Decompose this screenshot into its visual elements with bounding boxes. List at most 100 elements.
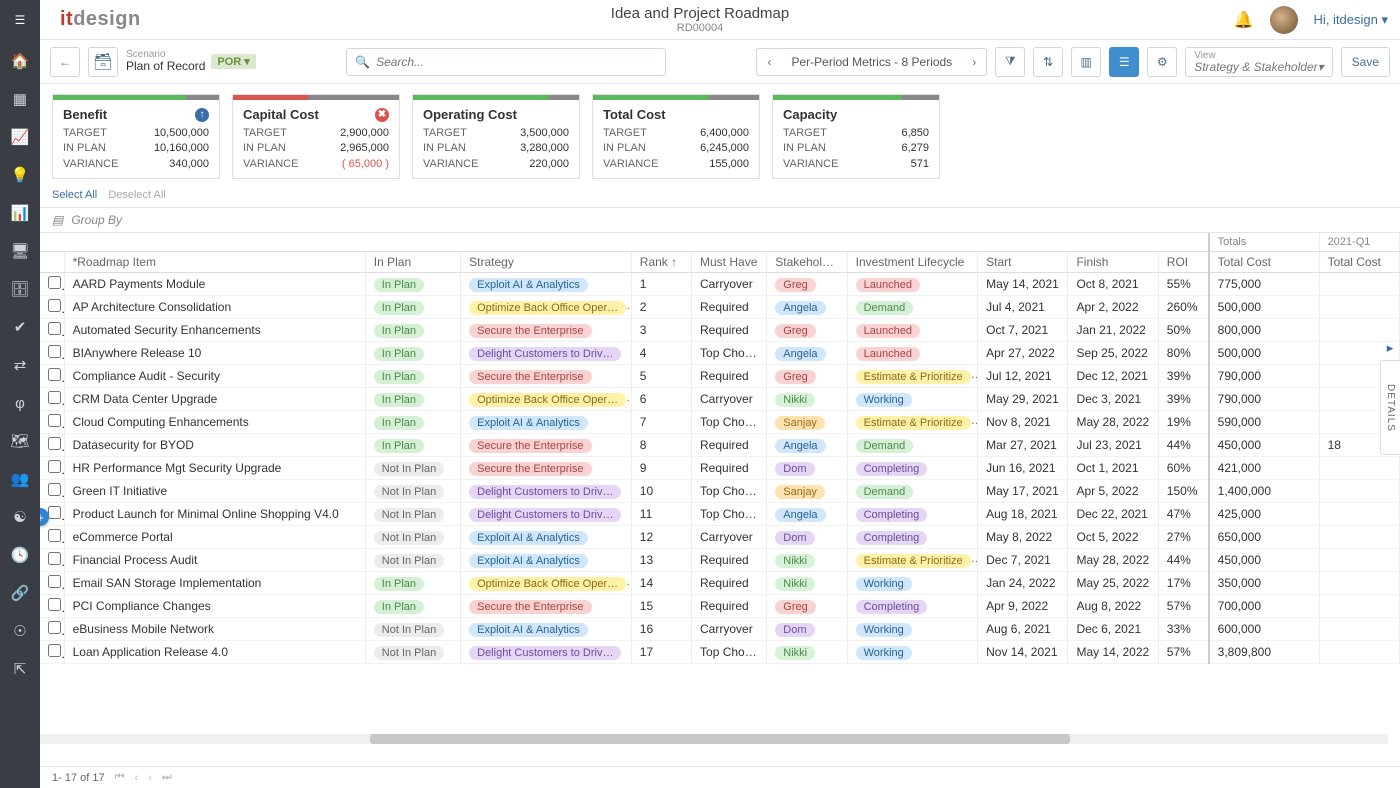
- table-row[interactable]: Product Launch for Minimal Online Shoppi…: [40, 503, 1400, 526]
- col-totalcost[interactable]: Total Cost: [1209, 252, 1319, 273]
- filter-icon[interactable]: ⧩: [995, 47, 1025, 77]
- nav-link-icon[interactable]: 🔗: [7, 580, 33, 606]
- table-row[interactable]: Email SAN Storage ImplementationIn PlanO…: [40, 572, 1400, 595]
- row-checkbox[interactable]: [48, 644, 61, 657]
- nav-refresh-icon[interactable]: ☯: [7, 504, 33, 530]
- nav-monitor-icon[interactable]: 🖥: [7, 238, 33, 264]
- scenario-icon[interactable]: 🗃: [88, 47, 118, 77]
- col-roadmap[interactable]: *Roadmap Item: [64, 252, 365, 273]
- list-view-icon[interactable]: ☰: [1109, 47, 1139, 77]
- col-roi[interactable]: ROI: [1158, 252, 1208, 273]
- nav-flow-icon[interactable]: ⇄: [7, 352, 33, 378]
- save-button[interactable]: Save: [1341, 47, 1390, 77]
- nav-time-icon[interactable]: 🕓: [7, 542, 33, 568]
- col-strategy[interactable]: Strategy: [461, 252, 632, 273]
- col-inplan[interactable]: In Plan: [365, 252, 460, 273]
- page-last-icon[interactable]: ⏭: [162, 771, 172, 784]
- row-checkbox[interactable]: [48, 483, 61, 496]
- col-start[interactable]: Start: [978, 252, 1068, 273]
- metric-next-icon[interactable]: ›: [962, 55, 986, 69]
- hamburger-menu-icon[interactable]: ☰: [0, 0, 40, 40]
- details-tab[interactable]: DETAILS: [1380, 360, 1400, 455]
- col-totalcost-q1[interactable]: Total Cost: [1319, 252, 1399, 273]
- row-checkbox[interactable]: [48, 529, 61, 542]
- row-checkbox[interactable]: [48, 345, 61, 358]
- col-stakeholder[interactable]: Stakeholder: [767, 252, 847, 273]
- table-row[interactable]: PCI Compliance ChangesIn PlanSecure the …: [40, 595, 1400, 618]
- row-checkbox[interactable]: [48, 621, 61, 634]
- col-lifecycle[interactable]: Investment Lifecycle: [847, 252, 978, 273]
- table-row[interactable]: Cloud Computing EnhancementsIn PlanExplo…: [40, 411, 1400, 434]
- user-greeting[interactable]: Hi, itdesign ▾: [1314, 12, 1388, 28]
- table-row[interactable]: BIAnywhere Release 10In PlanDelight Cust…: [40, 342, 1400, 365]
- row-checkbox[interactable]: [48, 299, 61, 312]
- nav-map-icon[interactable]: 🗺: [7, 428, 33, 454]
- kpi-card[interactable]: CapacityTARGET6,850IN PLAN6,279VARIANCE5…: [772, 94, 940, 179]
- row-checkbox[interactable]: [48, 598, 61, 611]
- nav-goal-icon[interactable]: ☉: [7, 618, 33, 644]
- details-collapse-icon[interactable]: ▸: [1382, 340, 1398, 356]
- cell-lifecycle: Launched: [856, 347, 920, 361]
- row-checkbox[interactable]: [48, 575, 61, 588]
- cell-lifecycle: Completing: [856, 462, 928, 476]
- deselect-all-link[interactable]: Deselect All: [108, 189, 165, 201]
- table-row[interactable]: HR Performance Mgt Security UpgradeNot I…: [40, 457, 1400, 480]
- group-by-input[interactable]: ▤ Group By: [40, 207, 1400, 233]
- table-row[interactable]: eBusiness Mobile NetworkNot In PlanExplo…: [40, 618, 1400, 641]
- por-pill[interactable]: POR ▾: [211, 54, 255, 69]
- horizontal-scrollbar[interactable]: [40, 734, 1388, 744]
- back-button[interactable]: ←: [50, 47, 80, 77]
- row-checkbox[interactable]: [48, 437, 61, 450]
- col-rank[interactable]: Rank ↑: [631, 252, 691, 273]
- nav-dashboard-icon[interactable]: ▦: [7, 86, 33, 112]
- col-musthave[interactable]: Must Have: [692, 252, 767, 273]
- notifications-icon[interactable]: 🔔: [1234, 10, 1254, 30]
- nav-check-icon[interactable]: ✔: [7, 314, 33, 340]
- row-checkbox[interactable]: [48, 276, 61, 289]
- nav-people-icon[interactable]: 👥: [7, 466, 33, 492]
- search-input[interactable]: 🔍: [346, 48, 666, 76]
- avatar[interactable]: [1270, 6, 1298, 34]
- nav-org-icon[interactable]: φ: [7, 390, 33, 416]
- page-first-icon[interactable]: ⏮: [115, 771, 125, 784]
- nav-home-icon[interactable]: 🏠: [7, 48, 33, 74]
- page-prev-icon[interactable]: ‹: [135, 772, 139, 784]
- row-checkbox[interactable]: [48, 460, 61, 473]
- nav-export-icon[interactable]: ⇱: [7, 656, 33, 682]
- nav-charts-icon[interactable]: 📊: [7, 200, 33, 226]
- nav-database-icon[interactable]: 🗄: [7, 276, 33, 302]
- row-checkbox[interactable]: [48, 322, 61, 335]
- scenario-selector[interactable]: Scenario Plan of Record: [126, 49, 205, 73]
- table-row[interactable]: Financial Process AuditNot In PlanExploi…: [40, 549, 1400, 572]
- table-row[interactable]: AP Architecture ConsolidationIn PlanOpti…: [40, 296, 1400, 319]
- row-checkbox[interactable]: [48, 368, 61, 381]
- table-row[interactable]: Loan Application Release 4.0Not In PlanD…: [40, 641, 1400, 664]
- table-row[interactable]: Datasecurity for BYODIn PlanSecure the E…: [40, 434, 1400, 457]
- view-selector[interactable]: View Strategy & Stakeholder▾: [1185, 47, 1332, 77]
- kpi-card[interactable]: Total CostTARGET6,400,000IN PLAN6,245,00…: [592, 94, 760, 179]
- cell-name: Compliance Audit - Security: [64, 365, 365, 388]
- page-next-icon[interactable]: ›: [148, 772, 152, 784]
- table-row[interactable]: Automated Security EnhancementsIn PlanSe…: [40, 319, 1400, 342]
- table-row[interactable]: eCommerce PortalNot In PlanExploit AI & …: [40, 526, 1400, 549]
- settings-icon[interactable]: ⚙: [1147, 47, 1177, 77]
- sort-icon[interactable]: ⇅: [1033, 47, 1063, 77]
- select-all-link[interactable]: Select All: [52, 189, 97, 201]
- nav-analytics-icon[interactable]: 📈: [7, 124, 33, 150]
- col-finish[interactable]: Finish: [1068, 252, 1158, 273]
- row-checkbox[interactable]: [48, 552, 61, 565]
- table-row[interactable]: CRM Data Center UpgradeIn PlanOptimize B…: [40, 388, 1400, 411]
- row-checkbox[interactable]: [48, 506, 61, 519]
- nav-ideas-icon[interactable]: 💡: [7, 162, 33, 188]
- kpi-card[interactable]: Capital Cost✖TARGET2,900,000IN PLAN2,965…: [232, 94, 400, 179]
- board-view-icon[interactable]: ▥: [1071, 47, 1101, 77]
- table-row[interactable]: Green IT InitiativeNot In PlanDelight Cu…: [40, 480, 1400, 503]
- table-row[interactable]: AARD Payments ModuleIn PlanExploit AI & …: [40, 273, 1400, 296]
- metric-prev-icon[interactable]: ‹: [757, 55, 781, 69]
- kpi-card[interactable]: Operating CostTARGET3,500,000IN PLAN3,28…: [412, 94, 580, 179]
- table-row[interactable]: Compliance Audit - SecurityIn PlanSecure…: [40, 365, 1400, 388]
- row-checkbox[interactable]: [48, 391, 61, 404]
- row-checkbox[interactable]: [48, 414, 61, 427]
- cell-stakeholder: Angela: [775, 301, 825, 315]
- kpi-card[interactable]: Benefit↑TARGET10,500,000IN PLAN10,160,00…: [52, 94, 220, 179]
